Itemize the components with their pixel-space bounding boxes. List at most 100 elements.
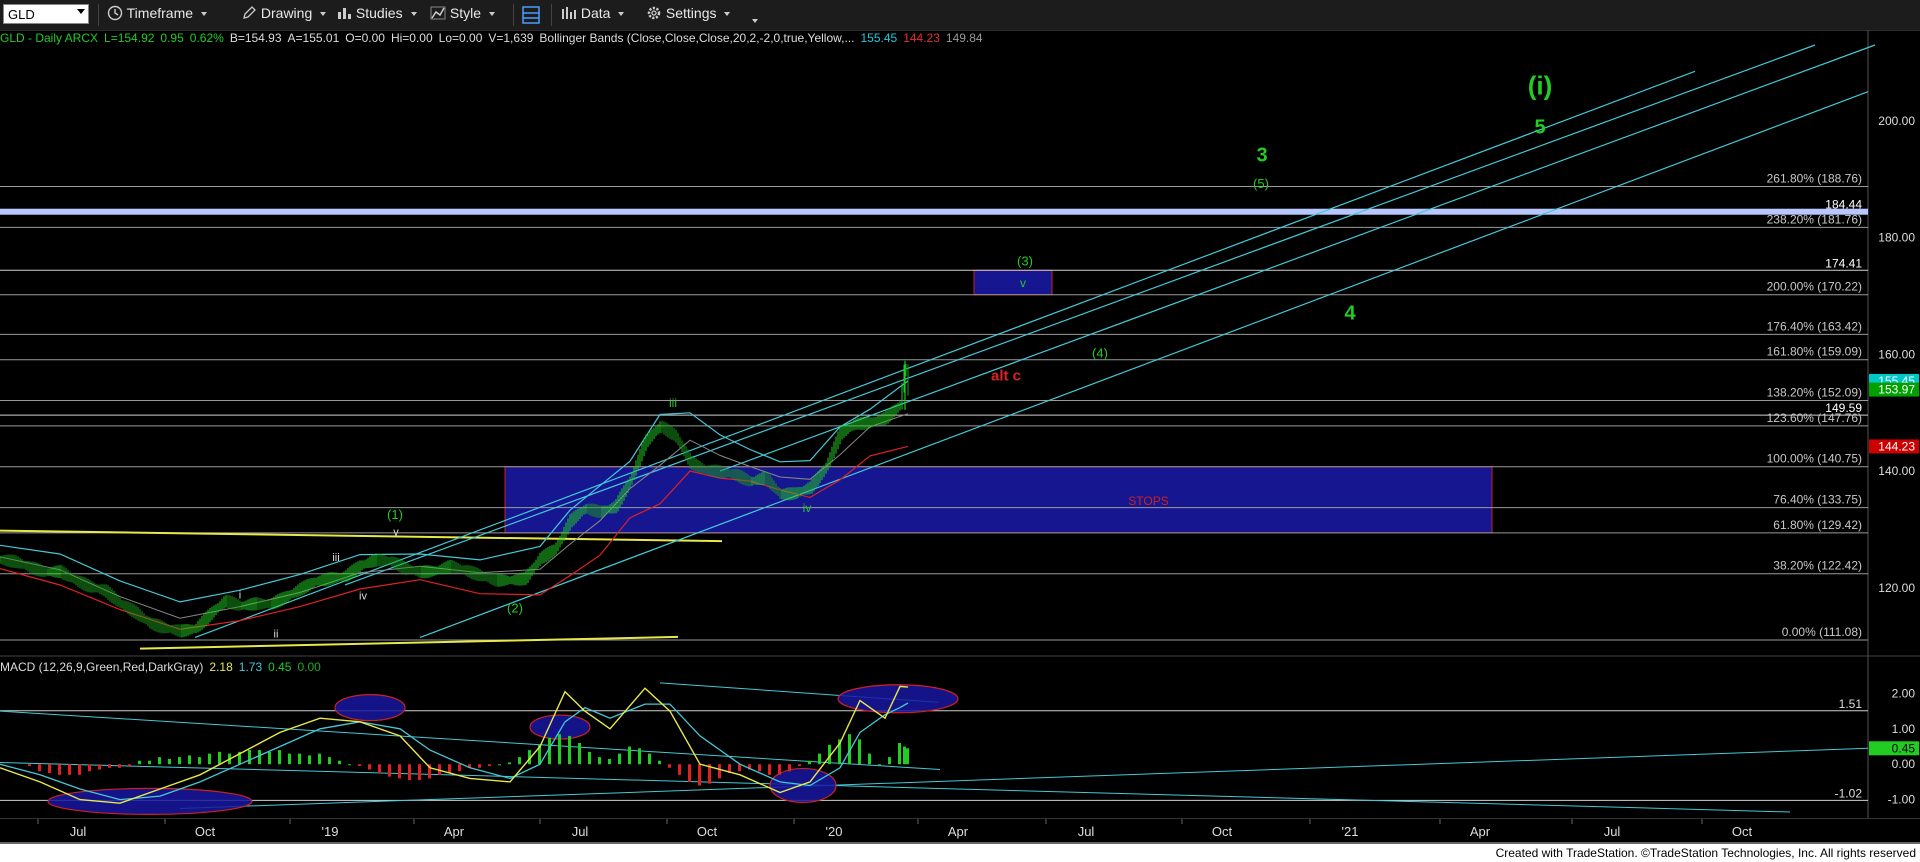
macd-histogram-bar	[818, 753, 821, 765]
fib-level-label: 0.00% (111.08)	[1782, 625, 1862, 639]
macd-histogram-bar	[148, 760, 151, 765]
fib-level-label: 100.00% (140.75)	[1767, 452, 1862, 466]
wave-label: alt c	[991, 368, 1021, 385]
macd-histogram-bar	[78, 764, 81, 775]
macd-histogram-bar	[578, 743, 581, 765]
macd-histogram-bar	[698, 764, 701, 786]
fib-level-label: 200.00% (170.22)	[1767, 280, 1862, 294]
time-axis-label: Oct	[195, 824, 216, 839]
macd-histogram-bar	[788, 764, 791, 772]
macd-histogram-bar	[618, 753, 621, 765]
macd-histogram-bar	[118, 764, 121, 768]
wave-label: (5)	[1253, 176, 1269, 191]
macd-histogram-bar	[198, 757, 201, 765]
level-label: 149.59	[1825, 401, 1862, 415]
wave-label: iv	[803, 501, 812, 515]
time-axis-label: Jul	[1078, 824, 1095, 839]
wave-label: v	[393, 526, 399, 538]
wave-label: ii	[274, 628, 279, 640]
time-axis-label: '21	[1342, 824, 1359, 839]
macd-histogram-bar	[558, 734, 561, 765]
macd-histogram-bar	[878, 764, 881, 766]
macd-histogram-bar	[658, 760, 661, 765]
macd-histogram-bar	[678, 764, 681, 775]
macd-label: MACD (12,26,9,Green,Red,DarkGray)	[0, 660, 204, 674]
channel-line	[719, 44, 1876, 472]
macd-histogram-bar	[408, 764, 411, 781]
price-chart[interactable]: STOPS261.80% (188.76)238.20% (181.76)200…	[0, 0, 1920, 818]
stops-box	[504, 466, 1493, 534]
macd-histogram-bar	[258, 750, 261, 765]
wave-label: (2)	[507, 600, 523, 615]
macd-histogram-bar	[368, 764, 371, 770]
macd-histogram-bar	[868, 753, 871, 765]
macd-histogram-bar	[288, 753, 291, 765]
price-axis-tick: 160.00	[1878, 347, 1915, 361]
copyright-footer: Created with TradeStation. ©TradeStation…	[0, 844, 1920, 862]
macd-histogram-bar	[58, 764, 61, 775]
macd-histogram-bar	[858, 739, 861, 765]
macd-histogram-bar	[188, 755, 191, 765]
zero-value: 0.00	[297, 660, 321, 674]
macd-histogram-bar	[128, 764, 131, 766]
copyright-text: Created with TradeStation. ©TradeStation…	[1495, 846, 1916, 860]
macd-histogram-bar	[798, 764, 801, 766]
macd-histogram-bar	[638, 748, 641, 765]
macd-value: 2.18	[209, 660, 233, 674]
time-axis-label: Apr	[1470, 824, 1491, 839]
macd-histogram-bar	[278, 750, 281, 765]
fib-level-label: 76.40% (133.75)	[1773, 493, 1862, 507]
macd-histogram-bar	[648, 753, 651, 765]
macd-trendline	[0, 761, 1791, 813]
macd-histogram-bar	[358, 764, 361, 766]
macd-axis-tick: 1.00	[1892, 722, 1916, 736]
time-axis-label: Jul	[70, 824, 87, 839]
yellow-trendline	[139, 635, 679, 650]
macd-histogram-bar	[448, 764, 451, 774]
macd-histogram-bar	[138, 760, 141, 765]
time-axis: Jul Oct '19 Apr Jul Oct '20 Apr Jul Oct '21 Apr Jul O…	[0, 818, 1920, 845]
channel-line	[419, 91, 1869, 639]
wave-label: (4)	[1092, 345, 1108, 360]
macd-histogram-bar	[398, 764, 401, 779]
macd-histogram-bar	[178, 757, 181, 765]
macd-trendline	[179, 747, 1869, 809]
time-axis-label: Apr	[948, 824, 969, 839]
macd-histogram-bar	[568, 735, 571, 765]
macd-histogram-bar	[718, 764, 721, 779]
macd-histogram-bar	[498, 764, 501, 766]
macd-histogram-bar	[768, 764, 771, 775]
wave-label: 3	[1256, 145, 1267, 167]
macd-histogram-bar	[608, 758, 611, 765]
macd-histogram-bar	[328, 757, 331, 765]
resistance-band	[0, 208, 1868, 215]
macd-histogram-bar	[38, 764, 41, 772]
time-axis-label: Oct	[1732, 824, 1753, 839]
signal-value: 1.73	[238, 660, 263, 674]
macd-histogram-bar	[268, 751, 271, 765]
macd-info-bar: MACD (12,26,9,Green,Red,DarkGray) 2.18 1.7…	[0, 660, 327, 674]
macd-histogram-bar	[478, 764, 481, 768]
macd-histogram-bar	[98, 764, 101, 770]
price-axis-tick: 140.00	[1878, 464, 1915, 478]
macd-badge-label: 0.45	[1892, 741, 1916, 755]
fib-level-label: 261.80% (188.76)	[1767, 171, 1862, 185]
macd-histogram-bar	[28, 764, 31, 766]
wave-label: (i)	[1528, 71, 1553, 101]
macd-histogram-bar	[108, 764, 111, 768]
macd-histogram-bar	[898, 743, 901, 765]
macd-histogram-bar	[208, 753, 211, 765]
macd-histogram-bar	[68, 764, 71, 775]
time-axis-label: Jul	[572, 824, 589, 839]
time-axis-label: Oct	[697, 824, 718, 839]
macd-histogram-bar	[378, 764, 381, 774]
macd-histogram-bar	[158, 757, 161, 765]
price-axis-tick: 180.00	[1878, 231, 1915, 245]
fib-level-label: 61.80% (129.42)	[1773, 518, 1862, 532]
macd-axis-tick: 0.00	[1892, 757, 1916, 771]
macd-histogram-bar	[218, 751, 221, 765]
macd-axis-tick: 2.00	[1892, 686, 1916, 700]
macd-histogram-bar	[48, 764, 51, 774]
macd-histogram-bar	[88, 764, 91, 772]
time-axis-label: '20	[826, 824, 843, 839]
